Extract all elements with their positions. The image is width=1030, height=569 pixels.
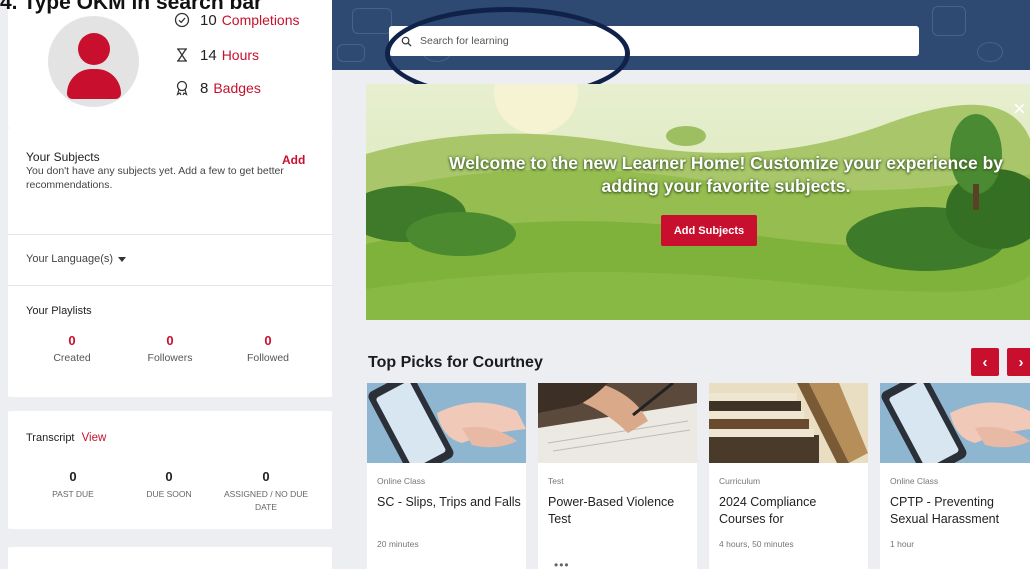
course-card[interactable]: Test Power-Based Violence Test ••• [538, 383, 697, 569]
divider [8, 234, 332, 235]
badges-label: Badges [213, 80, 261, 96]
badges-value: 8 [200, 79, 209, 97]
transcript-header: Transcript View [26, 432, 106, 444]
playlists-created[interactable]: 0 Created [27, 333, 117, 364]
past-due-label: PAST DUE [52, 489, 94, 499]
badge-icon [176, 80, 188, 96]
subjects-panel: Your Subjects Add You don't have any sub… [8, 128, 332, 397]
carousel-next-button[interactable]: › [1007, 348, 1030, 376]
course-duration: 20 minutes [377, 539, 419, 549]
carousel-prev-button[interactable]: ‹ [971, 348, 999, 376]
transcript-due-soon[interactable]: 0 DUE SOON [121, 469, 217, 501]
chevron-right-icon: › [1018, 353, 1024, 371]
chevron-left-icon: ‹ [982, 353, 988, 371]
course-thumbnail [880, 383, 1030, 463]
due-soon-label: DUE SOON [146, 489, 192, 499]
add-subjects-button[interactable]: Add Subjects [661, 215, 757, 246]
badges-stat[interactable]: 8 Badges [174, 77, 261, 99]
course-card[interactable]: Curriculum 2024 Compliance Courses for 4… [709, 383, 868, 569]
past-due-value: 0 [69, 469, 77, 484]
subjects-title: Your Subjects [26, 150, 100, 164]
top-picks-title: Top Picks for Courtney [368, 354, 543, 371]
playlists-followed-value: 0 [264, 333, 272, 348]
course-title: CPTP - Preventing Sexual Harassment [890, 495, 1000, 526]
profile-card: 10 Completions 14 Hours 8 Badges [8, 0, 332, 128]
hourglass-icon [177, 48, 187, 62]
playlists-followed[interactable]: 0 Followed [223, 333, 313, 364]
course-thumbnail [538, 383, 697, 463]
playlists-followers-label: Followers [147, 352, 193, 364]
hours-stat[interactable]: 14 Hours [174, 44, 259, 66]
assigned-value: 0 [262, 469, 270, 484]
course-type: Test [548, 476, 564, 486]
course-card[interactable]: Online Class CPTP - Preventing Sexual Ha… [880, 383, 1030, 569]
welcome-banner: Welcome to the new Learner Home! Customi… [366, 84, 1030, 320]
playlists-followers[interactable]: 0 Followers [125, 333, 215, 364]
landscape-illustration [366, 84, 1030, 320]
language-label: Your Language(s) [26, 253, 114, 265]
course-thumbnail [367, 383, 526, 463]
close-icon[interactable]: × [1013, 98, 1026, 120]
transcript-past-due[interactable]: 0 PAST DUE [25, 469, 121, 501]
avatar[interactable] [48, 16, 139, 107]
assigned-label: ASSIGNED / NO DUE DATE [223, 489, 309, 512]
search-placeholder: Search for learning [420, 35, 509, 47]
course-type: Online Class [890, 476, 939, 486]
next-widget-card [8, 547, 332, 569]
transcript-card: Transcript View 0 PAST DUE 0 DUE SOON 0 … [8, 411, 332, 529]
course-thumbnail [709, 383, 868, 463]
instruction-caption: 4. Type OKM in search bar [0, 0, 263, 14]
course-duration: 1 hour [890, 539, 915, 549]
course-title: 2024 Compliance Courses for [719, 495, 817, 526]
course-duration: 4 hours, 50 minutes [719, 539, 794, 549]
playlists-followers-value: 0 [166, 333, 174, 348]
playlists-created-value: 0 [68, 333, 76, 348]
course-type: Curriculum [719, 476, 761, 486]
playlists-followed-label: Followed [246, 352, 290, 364]
course-card[interactable]: Online Class SC - Slips, Trips and Falls… [367, 383, 526, 569]
subjects-empty-text: You don't have any subjects yet. Add a f… [26, 165, 284, 191]
playlists-title: Your Playlists [26, 305, 92, 317]
hours-value: 14 [200, 46, 217, 64]
transcript-assigned[interactable]: 0 ASSIGNED / NO DUE DATE [218, 469, 314, 514]
language-dropdown[interactable]: Your Language(s) [26, 253, 127, 265]
course-type: Online Class [377, 476, 426, 486]
transcript-view-link[interactable]: View [82, 432, 107, 444]
course-title: Power-Based Violence Test [548, 495, 675, 526]
caret-down-icon [118, 256, 127, 262]
due-soon-value: 0 [165, 469, 173, 484]
welcome-message: Welcome to the new Learner Home! Customi… [449, 153, 1003, 196]
search-icon [401, 36, 412, 47]
playlists-created-label: Created [53, 352, 91, 364]
hours-label: Hours [221, 47, 260, 63]
search-input[interactable]: Search for learning [389, 26, 919, 56]
divider [8, 285, 332, 286]
more-options-icon[interactable]: ••• [554, 558, 570, 569]
course-title: SC - Slips, Trips and Falls [377, 495, 521, 509]
transcript-title: Transcript [26, 432, 75, 444]
